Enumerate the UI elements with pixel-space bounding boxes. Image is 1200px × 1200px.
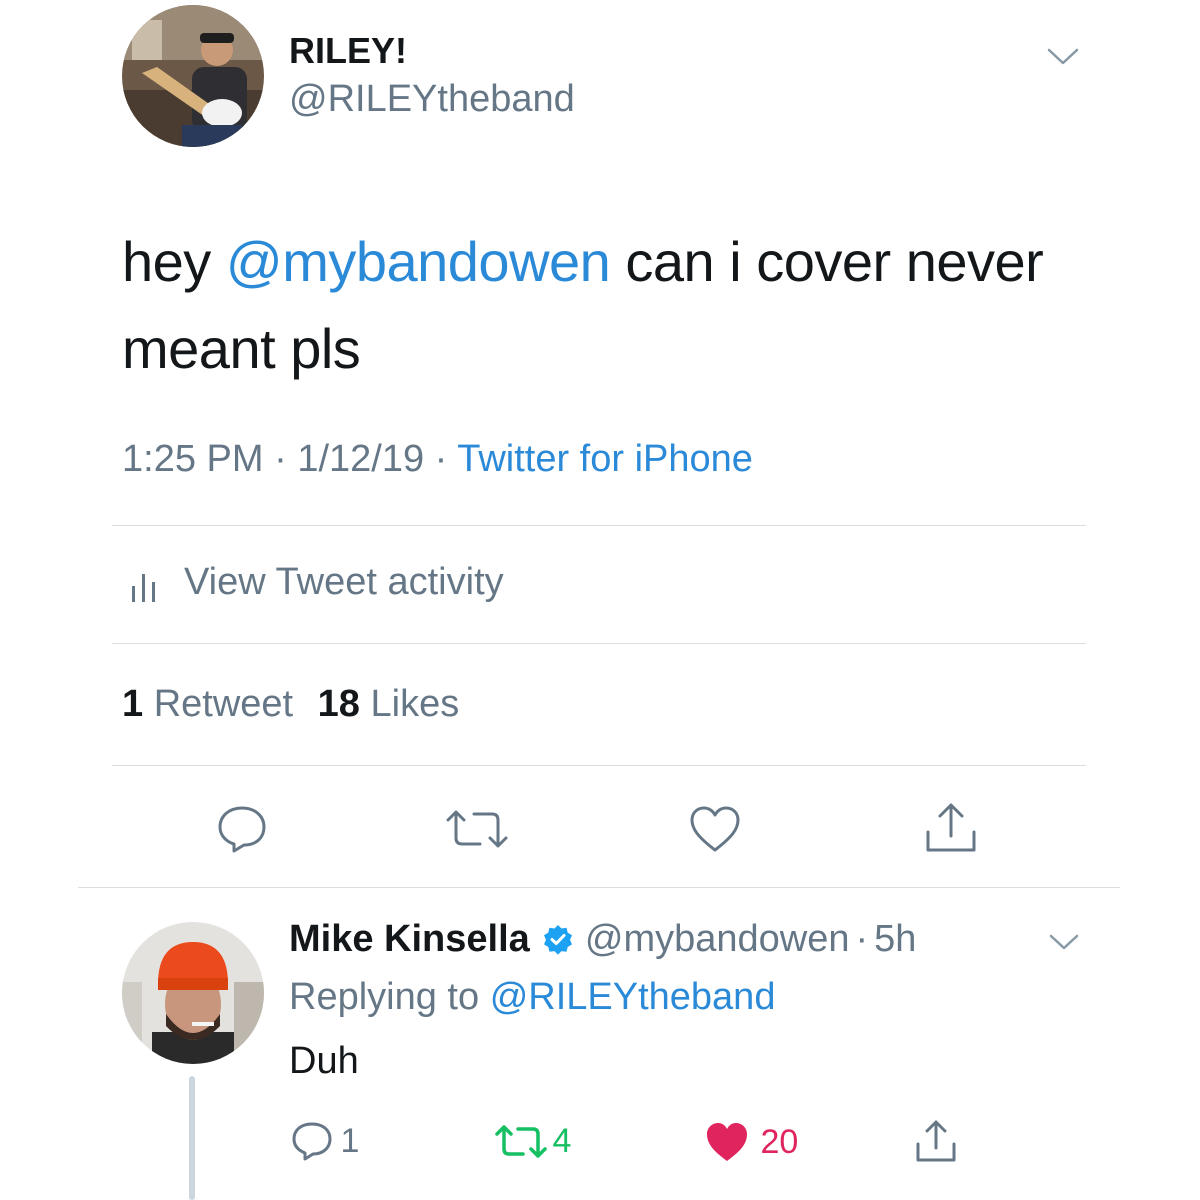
share-icon xyxy=(926,803,976,852)
reply-like-button[interactable]: 20 xyxy=(704,1120,798,1164)
speech-bubble-icon xyxy=(290,1120,334,1162)
replying-to-label: Replying to xyxy=(289,976,480,1018)
tweet-author-handle[interactable]: @RILEYtheband xyxy=(289,77,575,121)
retweet-label: Retweet xyxy=(153,683,294,725)
likes-stat[interactable]: 18 Likes xyxy=(318,683,460,725)
view-activity-label: View Tweet activity xyxy=(184,561,504,603)
view-activity-row[interactable]: View Tweet activity xyxy=(122,556,722,608)
mike-avatar[interactable] xyxy=(122,922,264,1064)
retweet-icon xyxy=(494,1124,548,1160)
reply-header: Mike Kinsella @mybandowen · 5h xyxy=(289,914,916,964)
reply-like-count: 20 xyxy=(760,1122,799,1161)
share-icon xyxy=(916,1120,956,1162)
verified-badge-icon xyxy=(542,923,574,955)
like-button[interactable] xyxy=(688,804,742,854)
chevron-down-icon[interactable] xyxy=(1048,932,1080,952)
reply-author-handle[interactable]: @mybandowen xyxy=(585,918,850,960)
tweet-text-start: hey xyxy=(122,230,226,293)
meta-dot: · xyxy=(855,918,869,960)
speech-bubble-icon xyxy=(218,806,266,853)
tweet-date: 1/12/19 xyxy=(297,438,425,480)
retweet-icon xyxy=(446,810,508,848)
thread-line xyxy=(189,1076,195,1200)
meta-dot: · xyxy=(274,438,287,480)
meta-dot: · xyxy=(434,438,448,480)
retweet-count: 1 xyxy=(122,683,144,725)
tweet-time: 1:25 PM xyxy=(122,438,264,480)
tweet-author-name[interactable]: RILEY! xyxy=(289,30,407,72)
reply-time: 5h xyxy=(874,918,917,960)
retweet-button[interactable] xyxy=(444,808,510,850)
replying-to: Replying to @RILEYtheband xyxy=(289,972,775,1022)
tweet-source-link[interactable]: Twitter for iPhone xyxy=(457,438,753,480)
reply-text: Duh xyxy=(289,1040,359,1082)
divider xyxy=(112,765,1086,766)
reply-count: 1 xyxy=(340,1121,360,1160)
reply-button[interactable] xyxy=(216,804,268,854)
replying-to-link[interactable]: @RILEYtheband xyxy=(490,976,776,1018)
bar-chart-icon xyxy=(130,568,158,602)
mention-link[interactable]: @mybandowen xyxy=(226,230,611,293)
divider xyxy=(112,643,1086,644)
divider xyxy=(78,887,1120,888)
heart-icon xyxy=(690,806,740,852)
riley-avatar[interactable] xyxy=(122,5,264,147)
divider xyxy=(112,525,1086,526)
heart-icon xyxy=(704,1120,750,1164)
reply-retweet-button[interactable]: 4 xyxy=(494,1122,571,1166)
reply-author-name[interactable]: Mike Kinsella xyxy=(289,918,530,960)
tweet-meta: 1:25 PM · 1/12/19 · Twitter for iPhone xyxy=(122,435,753,483)
retweets-stat[interactable]: 1 Retweet xyxy=(122,683,304,725)
reply-share-button[interactable] xyxy=(914,1118,958,1164)
reply-reply-button[interactable]: 1 xyxy=(290,1120,359,1164)
reply-retweet-count: 4 xyxy=(552,1122,572,1160)
likes-count: 18 xyxy=(317,683,360,725)
tweet-text: hey @mybandowen can i cover never meant … xyxy=(122,218,1082,392)
chevron-down-icon[interactable] xyxy=(1046,46,1080,68)
tweet-stats: 1 Retweet 18 Likes xyxy=(122,680,459,728)
share-button[interactable] xyxy=(924,800,978,854)
likes-label: Likes xyxy=(370,683,460,725)
